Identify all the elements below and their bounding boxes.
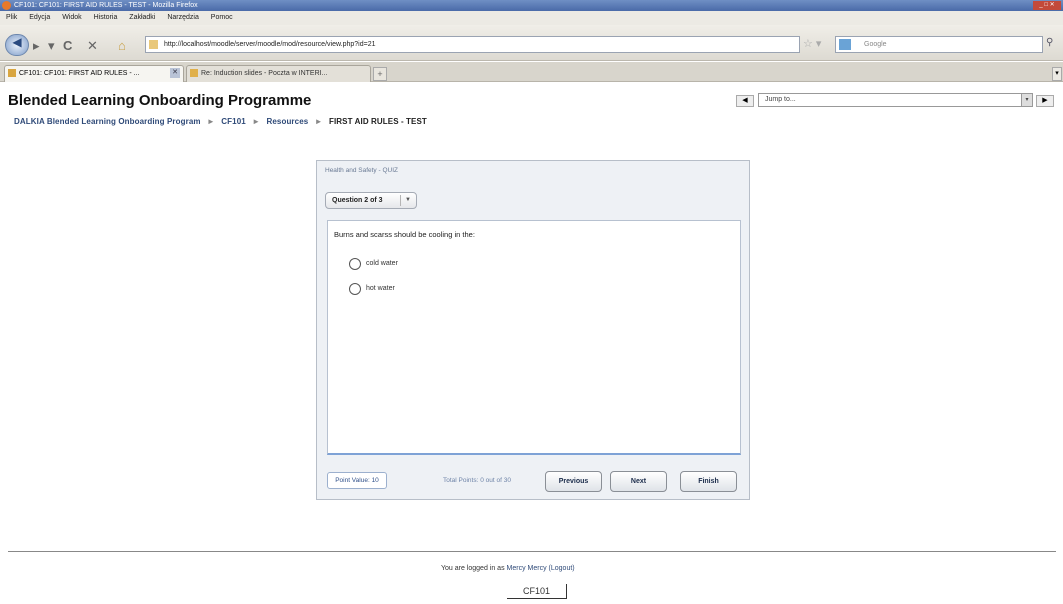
tab-favicon (190, 69, 198, 77)
breadcrumb-current: FIRST AID RULES - TEST (328, 117, 427, 126)
tab-label: CF101: CF101: FIRST AID RULES - ... (19, 70, 140, 77)
menu-help[interactable]: Pomoc (211, 14, 233, 21)
chevron-down-icon: ▼ (405, 197, 411, 203)
site-favicon (149, 40, 158, 49)
course-home-link[interactable]: CF101 (507, 584, 567, 599)
tab-label: Re: Induction slides - Poczta w INTERI..… (201, 70, 328, 77)
navigation-toolbar: ◀ ▸ ▾ C ✕ ⌂ http://localhost/moodle/serv… (0, 25, 1063, 61)
search-input[interactable]: Google (835, 36, 1043, 53)
answer-option[interactable]: cold water (349, 258, 398, 270)
chevron-down-icon: ▾ (1021, 94, 1032, 106)
new-tab-button[interactable]: + (373, 67, 387, 81)
window-title-bar: CF101: CF101: FIRST AID RULES - TEST - M… (0, 0, 1063, 11)
breadcrumb-separator: ► (206, 117, 215, 126)
answer-option[interactable]: hot water (349, 283, 395, 295)
stop-icon[interactable]: ✕ (87, 38, 98, 54)
tab-list-icon[interactable]: ▾ (1052, 67, 1062, 81)
quiz-title: Health and Safety - QUIZ (325, 167, 398, 174)
finish-button[interactable]: Finish (680, 471, 737, 492)
bookmark-star-icon[interactable]: ☆ ▾ (803, 37, 821, 50)
menu-bar: Plik Edycja Widok Historia Zakładki Narz… (0, 11, 1063, 25)
search-icon[interactable]: ⚲ (1046, 37, 1053, 48)
user-profile-link[interactable]: Mercy Mercy (507, 565, 547, 572)
breadcrumb: DALKIA Blended Learning Onboarding Progr… (14, 117, 427, 126)
radio-button[interactable] (349, 258, 361, 270)
tab-mail[interactable]: Re: Induction slides - Poczta w INTERI..… (186, 65, 371, 82)
breadcrumb-separator: ► (252, 117, 261, 126)
menu-view[interactable]: Widok (62, 14, 81, 21)
answer-label: cold water (366, 260, 398, 267)
menu-tools[interactable]: Narzędzia (167, 14, 199, 21)
site-title: Blended Learning Onboarding Programme (8, 92, 312, 109)
tab-favicon (8, 69, 16, 77)
history-dropdown-icon[interactable]: ▾ (48, 38, 55, 54)
question-body: Burns and scarss should be cooling in th… (327, 220, 741, 455)
total-points: Total Points: 0 out of 30 (443, 477, 511, 484)
login-info: You are logged in as Mercy Mercy (Logout… (441, 565, 575, 572)
breadcrumb-separator: ► (314, 117, 323, 126)
forward-icon[interactable]: ▸ (33, 38, 40, 54)
menu-edit[interactable]: Edycja (29, 14, 50, 21)
previous-activity-button[interactable]: ◀ (736, 95, 754, 107)
breadcrumb-resources[interactable]: Resources (266, 117, 308, 126)
answer-label: hot water (366, 285, 395, 292)
point-value-badge: Point Value: 10 (327, 472, 387, 489)
url-field[interactable]: http://localhost/moodle/server/moodle/mo… (145, 36, 800, 53)
reload-icon[interactable]: C (63, 38, 72, 54)
home-icon[interactable]: ⌂ (118, 38, 126, 54)
url-text: http://localhost/moodle/server/moodle/mo… (164, 41, 376, 48)
window-title: CF101: CF101: FIRST AID RULES - TEST - M… (14, 2, 198, 9)
tab-active[interactable]: CF101: CF101: FIRST AID RULES - ... ✕ (4, 65, 184, 82)
firefox-icon (2, 1, 11, 10)
window-controls[interactable]: _ □ ✕ (1033, 1, 1061, 10)
divider (400, 195, 401, 206)
logout-link[interactable]: (Logout) (549, 565, 575, 572)
login-prefix: You are logged in as (441, 565, 505, 572)
jump-to-label: Jump to... (765, 96, 796, 103)
footer-divider (8, 551, 1056, 552)
tab-bar: CF101: CF101: FIRST AID RULES - ... ✕ Re… (0, 62, 1063, 82)
next-button[interactable]: Next (610, 471, 667, 492)
question-selector-label: Question 2 of 3 (332, 197, 383, 204)
menu-history[interactable]: Historia (94, 14, 118, 21)
quiz-panel: Health and Safety - QUIZ Question 2 of 3… (316, 160, 750, 500)
close-tab-icon[interactable]: ✕ (170, 68, 180, 78)
previous-button[interactable]: Previous (545, 471, 602, 492)
google-icon (839, 39, 851, 50)
breadcrumb-course[interactable]: CF101 (221, 117, 246, 126)
search-placeholder: Google (864, 41, 887, 48)
breadcrumb-program[interactable]: DALKIA Blended Learning Onboarding Progr… (14, 117, 201, 126)
next-activity-button[interactable]: ▶ (1036, 95, 1054, 107)
menu-bookmarks[interactable]: Zakładki (129, 14, 155, 21)
radio-button[interactable] (349, 283, 361, 295)
question-text: Burns and scarss should be cooling in th… (334, 230, 475, 239)
back-button[interactable]: ◀ (5, 34, 29, 56)
question-selector[interactable]: Question 2 of 3 ▼ (325, 192, 417, 209)
jump-to-select[interactable]: Jump to... ▾ (758, 93, 1033, 107)
menu-file[interactable]: Plik (6, 14, 17, 21)
